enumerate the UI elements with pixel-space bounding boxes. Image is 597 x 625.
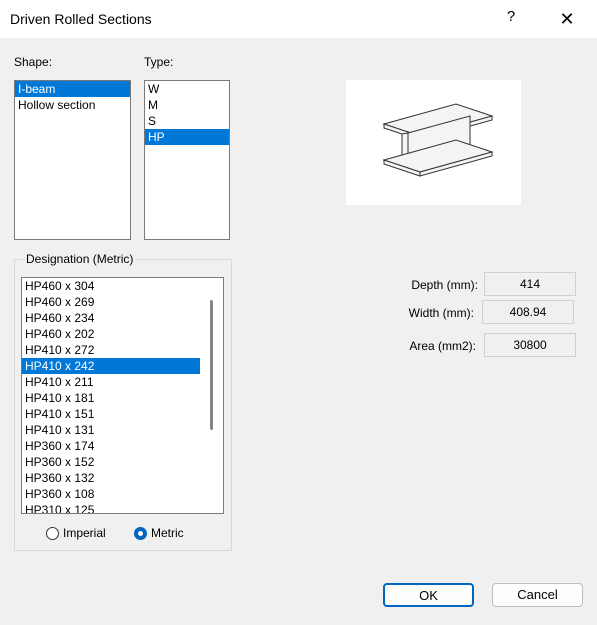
imperial-radio-label: Imperial	[63, 526, 106, 540]
shape-list-item[interactable]: Hollow section	[15, 97, 130, 113]
section-preview-image	[346, 80, 521, 205]
designation-list-item[interactable]: HP360 x 152	[22, 454, 200, 470]
designation-list-item[interactable]: HP410 x 242	[22, 358, 200, 374]
cancel-button[interactable]: Cancel	[492, 583, 583, 607]
designation-list-item[interactable]: HP460 x 202	[22, 326, 200, 342]
radio-checked-icon	[134, 526, 147, 540]
designation-list-item[interactable]: HP460 x 234	[22, 310, 200, 326]
designation-list-item[interactable]: HP360 x 108	[22, 486, 200, 502]
designation-listbox[interactable]: HP460 x 304 HP460 x 269 HP460 x 234 HP460 x…	[21, 277, 224, 514]
type-listbox[interactable]: W M S HP	[144, 80, 230, 240]
designation-scrollbar-thumb[interactable]	[210, 300, 213, 430]
radio-unchecked-icon	[46, 526, 59, 540]
type-label: Type:	[144, 55, 174, 69]
depth-label: Depth (mm):	[411, 278, 478, 292]
shape-listbox[interactable]: I-beam Hollow section	[14, 80, 131, 240]
i-beam-icon	[382, 103, 494, 177]
type-list-item[interactable]: W	[145, 81, 229, 97]
metric-radio-label: Metric	[151, 526, 184, 540]
ok-button[interactable]: OK	[383, 583, 474, 607]
imperial-radio[interactable]: Imperial	[46, 526, 106, 540]
width-value: 408.94	[482, 300, 574, 324]
type-list-item[interactable]: M	[145, 97, 229, 113]
type-list-item[interactable]: S	[145, 113, 229, 129]
metric-radio[interactable]: Metric	[134, 526, 184, 540]
designation-list-item[interactable]: HP410 x 131	[22, 422, 200, 438]
designation-list-item[interactable]: HP410 x 211	[22, 374, 200, 390]
width-label: Width (mm):	[408, 306, 474, 320]
designation-label: Designation (Metric)	[23, 252, 137, 266]
type-list-item[interactable]: HP	[145, 129, 229, 145]
designation-list-item[interactable]: HP460 x 304	[22, 278, 200, 294]
depth-value: 414	[484, 272, 576, 296]
help-button[interactable]: ?	[503, 8, 519, 28]
designation-list-item[interactable]: HP410 x 181	[22, 390, 200, 406]
shape-list-item[interactable]: I-beam	[15, 81, 130, 97]
designation-list-item[interactable]: HP410 x 151	[22, 406, 200, 422]
designation-list-item[interactable]: HP360 x 132	[22, 470, 200, 486]
designation-list-item[interactable]: HP360 x 174	[22, 438, 200, 454]
shape-label: Shape:	[14, 55, 53, 69]
area-label: Area (mm2):	[409, 339, 476, 353]
close-button[interactable]: ✕	[556, 8, 578, 30]
window-title: Driven Rolled Sections	[10, 11, 152, 27]
title-bar: Driven Rolled Sections ? ✕	[0, 0, 597, 38]
designation-list-item[interactable]: HP410 x 272	[22, 342, 200, 358]
area-value: 30800	[484, 333, 576, 357]
designation-list-item[interactable]: HP460 x 269	[22, 294, 200, 310]
designation-list-item[interactable]: HP310 x 125	[22, 502, 200, 513]
